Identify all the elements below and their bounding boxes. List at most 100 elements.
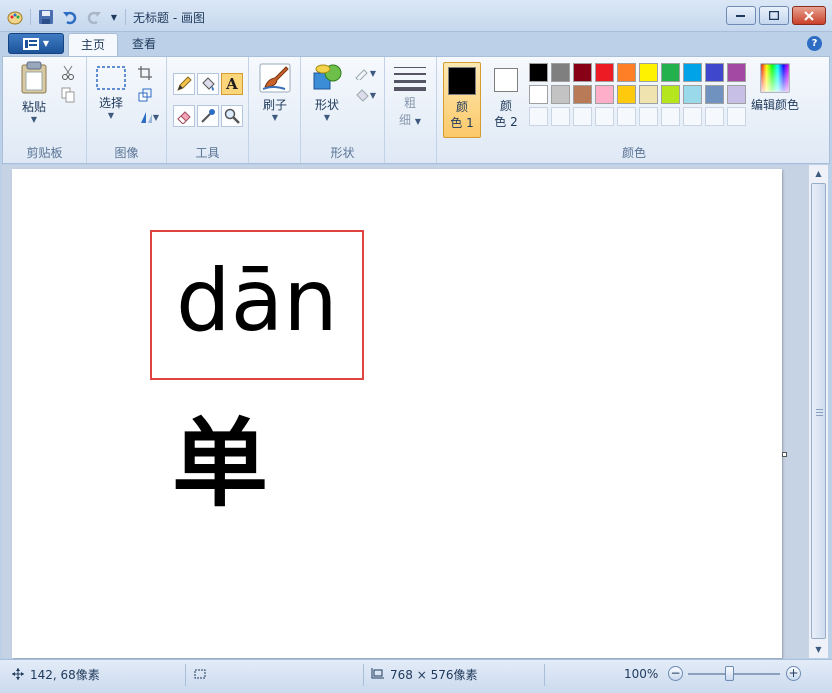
select-button[interactable]: 选择 ▼	[93, 65, 129, 120]
resize-icon[interactable]	[135, 85, 155, 105]
tab-home[interactable]: 主页	[68, 33, 119, 56]
custom-color-slot[interactable]	[727, 107, 746, 126]
selection-size	[193, 666, 207, 682]
fill-tool[interactable]	[197, 73, 219, 95]
custom-color-slot[interactable]	[551, 107, 570, 126]
ribbon: 粘贴 ▼ 剪贴板 选择 ▼ ▼ 图像 A 工具 刷子 ▼ 形状 ▼ ▼ ▼ 形状…	[2, 56, 830, 164]
palette-swatch[interactable]	[529, 63, 548, 82]
zoom-in-button[interactable]: +	[786, 666, 801, 681]
custom-color-slot[interactable]	[683, 107, 702, 126]
shapes-group-label: 形状	[330, 146, 355, 160]
custom-color-slot[interactable]	[529, 107, 548, 126]
color1-label-line2: 色 1	[450, 116, 474, 130]
custom-color-slot[interactable]	[595, 107, 614, 126]
color-picker-tool[interactable]	[197, 105, 219, 127]
scroll-thumb[interactable]	[811, 183, 826, 639]
pencil-tool[interactable]	[173, 73, 195, 95]
scroll-up-icon[interactable]: ▲	[809, 165, 828, 182]
palette-swatch[interactable]	[551, 63, 570, 82]
rotate-icon[interactable]: ▼	[135, 107, 163, 127]
palette-swatch[interactable]	[705, 85, 724, 104]
palette-swatch[interactable]	[573, 85, 592, 104]
maximize-button[interactable]	[759, 6, 789, 25]
size-label-line2: 细	[399, 113, 412, 127]
tools-group: A 工具	[167, 57, 249, 163]
zoom-out-button[interactable]: −	[668, 666, 683, 681]
edit-colors-button[interactable]: 编辑颜色	[749, 63, 801, 113]
palette-swatch[interactable]	[661, 63, 680, 82]
image-size-icon	[371, 668, 384, 679]
custom-color-slot[interactable]	[573, 107, 592, 126]
cut-icon[interactable]	[58, 63, 78, 83]
shapes-button[interactable]: 形状 ▼	[309, 63, 345, 122]
canvas-resize-handle[interactable]	[782, 452, 787, 457]
title-bar: ▼ 无标题 - 画图	[0, 0, 832, 32]
paint-menu-icon	[22, 37, 39, 50]
clipboard-group: 粘贴 ▼ 剪贴板	[3, 57, 87, 163]
colors-group-label: 颜色	[621, 146, 646, 160]
palette-swatch[interactable]	[595, 85, 614, 104]
palette-swatch[interactable]	[727, 85, 746, 104]
tools-group-label: 工具	[195, 146, 220, 160]
text-a-icon: A	[226, 75, 238, 93]
help-icon[interactable]: ?	[807, 36, 822, 51]
redo-icon[interactable]	[85, 8, 103, 26]
custom-color-slot[interactable]	[661, 107, 680, 126]
custom-color-slot[interactable]	[639, 107, 658, 126]
quick-access-toolbar: ▼	[6, 8, 126, 26]
cursor-position-text: 142, 68像素	[30, 667, 100, 682]
palette-swatch[interactable]	[683, 85, 702, 104]
select-dropdown-icon: ▼	[107, 111, 115, 120]
paste-button[interactable]: 粘贴 ▼	[15, 61, 53, 124]
brush-icon	[259, 63, 291, 93]
color1-button[interactable]: 颜 色 1	[443, 62, 481, 138]
palette-swatch[interactable]	[529, 85, 548, 104]
select-icon	[96, 66, 126, 90]
customize-qat-icon[interactable]: ▼	[109, 8, 119, 26]
color2-button[interactable]: 颜 色 2	[487, 62, 525, 138]
pencil-icon	[177, 76, 192, 91]
custom-color-slot[interactable]	[705, 107, 724, 126]
palette-swatch[interactable]	[727, 63, 746, 82]
zoom-slider-thumb[interactable]	[725, 666, 734, 681]
tab-view[interactable]: 查看	[120, 33, 168, 56]
palette-swatch[interactable]	[573, 63, 592, 82]
magnifier-tool[interactable]	[221, 105, 243, 127]
drawing-canvas[interactable]: dān 单	[12, 169, 782, 658]
shapes-dropdown-icon: ▼	[323, 113, 331, 122]
scroll-down-icon[interactable]: ▼	[809, 641, 828, 658]
copy-icon[interactable]	[58, 85, 78, 105]
zoom-slider-track[interactable]	[688, 673, 780, 675]
undo-icon[interactable]	[61, 8, 79, 26]
palette-swatch[interactable]	[617, 63, 636, 82]
outline-icon[interactable]: ▼	[351, 63, 379, 83]
custom-color-slot[interactable]	[617, 107, 636, 126]
minimize-button[interactable]	[726, 6, 756, 25]
shapes-icon	[313, 64, 342, 90]
palette-swatch[interactable]	[595, 63, 614, 82]
eraser-tool[interactable]	[173, 105, 195, 127]
brushes-label: 刷子	[262, 98, 287, 112]
vertical-scrollbar[interactable]: ▲ ▼	[808, 165, 828, 658]
palette-swatch[interactable]	[617, 85, 636, 104]
size-button[interactable]: 粗 细 ▼	[393, 65, 427, 128]
palette-swatch[interactable]	[683, 63, 702, 82]
palette-swatch[interactable]	[639, 85, 658, 104]
color1-label-line1: 颜	[455, 100, 468, 114]
color2-label-line2: 色 2	[494, 115, 518, 129]
fill-shape-icon[interactable]: ▼	[351, 85, 379, 105]
close-button[interactable]	[792, 6, 826, 25]
brushes-button[interactable]: 刷子 ▼	[255, 63, 295, 122]
palette-swatch[interactable]	[639, 63, 658, 82]
palette-swatch[interactable]	[551, 85, 570, 104]
crop-icon[interactable]	[135, 63, 155, 83]
paint-menu-button[interactable]: ▼	[8, 33, 64, 54]
size-dropdown-icon: ▼	[414, 117, 421, 126]
cursor-position-icon	[12, 668, 24, 680]
paint-app-icon[interactable]	[6, 8, 24, 26]
text-tool[interactable]: A	[221, 73, 243, 95]
palette-swatch[interactable]	[705, 63, 724, 82]
palette-swatch[interactable]	[661, 85, 680, 104]
clipboard-group-label: 剪贴板	[26, 146, 63, 160]
save-icon[interactable]	[37, 8, 55, 26]
